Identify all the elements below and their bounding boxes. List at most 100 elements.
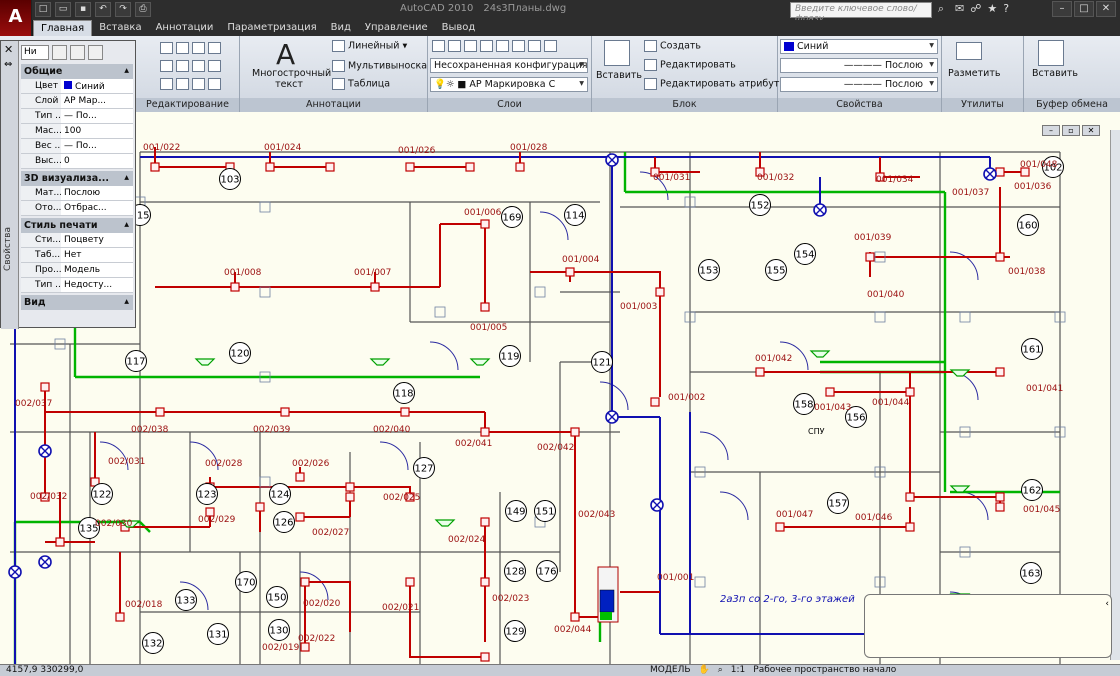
tab-insert[interactable]: Вставка (92, 20, 148, 36)
property-row[interactable]: Мас... 100 (21, 124, 133, 139)
drawing-minimize-icon[interactable]: – (1042, 125, 1060, 136)
clipboard-panel-title[interactable]: Буфер обмена (1024, 98, 1120, 112)
property-row[interactable]: Таб... Нет (21, 248, 133, 263)
text-icon[interactable]: A (276, 38, 295, 71)
palette-section-header[interactable]: Стиль печати (21, 218, 133, 233)
help-icon[interactable]: ? (1003, 2, 1009, 15)
drawing-restore-icon[interactable]: ▫ (1062, 125, 1080, 136)
pan-icon[interactable]: ✋ (699, 665, 710, 675)
communication-icon[interactable]: ☍ (970, 2, 981, 15)
property-row[interactable]: Цвет Синий (21, 79, 133, 94)
layer-select[interactable]: 💡☼ ■ АР Маркировка С (430, 77, 588, 92)
new-icon[interactable]: □ (35, 2, 51, 17)
copy-icon[interactable] (160, 60, 224, 72)
mtext-button[interactable]: Многострочный текст (252, 68, 331, 90)
paste-icon[interactable] (1038, 40, 1064, 66)
measure-button[interactable]: Разметить (948, 68, 1000, 79)
edit-panel-title[interactable]: Редактирование (136, 98, 239, 112)
socket-symbol (280, 407, 290, 417)
linetype-select[interactable]: ———— Послою (780, 58, 938, 73)
property-value[interactable]: Поцвету (61, 233, 133, 247)
tab-manage[interactable]: Управление (358, 20, 435, 36)
vertical-scrollbar[interactable] (1110, 130, 1120, 660)
edit-attributes-button[interactable]: Редактировать атрибуты ▾ (644, 78, 795, 90)
tab-parametric[interactable]: Параметризация (220, 20, 323, 36)
table-button[interactable]: Таблица (332, 78, 390, 90)
property-row[interactable]: Мат... Послою (21, 186, 133, 201)
utilities-panel-title[interactable]: Утилиты (942, 98, 1023, 112)
select-objects-icon[interactable] (70, 45, 85, 60)
stretch-icon[interactable] (160, 78, 224, 90)
property-value[interactable]: Послою (61, 186, 133, 200)
balloon-arrow-icon[interactable]: ‹ (1105, 599, 1109, 609)
redo-icon[interactable]: ↷ (115, 2, 131, 17)
maximize-icon[interactable]: □ (1074, 1, 1094, 17)
print-icon[interactable]: ⎙ (135, 2, 151, 17)
palette-section-header[interactable]: 3D визуализа... (21, 171, 133, 186)
property-row[interactable]: Слой АР Мар... (21, 94, 133, 109)
move-icon[interactable] (160, 42, 224, 54)
block-panel-title[interactable]: Блок (592, 98, 777, 112)
property-row[interactable]: Тип ... — По... (21, 109, 133, 124)
layer-state-select[interactable]: Несохраненная конфигурация сл (430, 58, 588, 73)
insert-block-button[interactable]: Вставить (596, 70, 642, 81)
property-row[interactable]: Ото... Отбрас... (21, 201, 133, 216)
subscription-icon[interactable]: ✉ (955, 2, 964, 15)
palette-section-header[interactable]: Общие (21, 64, 133, 79)
property-value[interactable]: Недосту... (61, 278, 133, 292)
tab-output[interactable]: Вывод (435, 20, 483, 36)
annotations-panel-title[interactable]: Аннотации (240, 98, 427, 112)
property-row[interactable]: Вес ... — По... (21, 139, 133, 154)
save-icon[interactable]: ▪ (75, 2, 91, 17)
annotation-scale[interactable]: 1:1 (731, 665, 745, 675)
palette-section-header[interactable]: Вид (21, 295, 133, 310)
close-icon[interactable]: ✕ (1096, 1, 1116, 17)
palette-close-icon[interactable]: ✕ (4, 43, 13, 56)
property-value[interactable]: 100 (61, 124, 133, 138)
property-value[interactable]: Модель (61, 263, 133, 277)
property-value[interactable]: Синий (61, 79, 133, 93)
property-value[interactable]: Отбрас... (61, 201, 133, 215)
color-select[interactable]: Синий (780, 39, 938, 54)
layer-tools-icon[interactable] (432, 40, 560, 52)
property-value[interactable]: 0 (61, 154, 133, 168)
property-value[interactable]: АР Мар... (61, 94, 133, 108)
property-row[interactable]: Сти... Поцвету (21, 233, 133, 248)
tab-annotate[interactable]: Аннотации (149, 20, 221, 36)
drawing-area[interactable]: 103 169 114 152 154 160 102 153 155 120 119 121 117 1… (0, 112, 1120, 664)
linear-dim-button[interactable]: Линейный ▾ (332, 40, 407, 52)
application-menu-button[interactable]: A (0, 0, 32, 36)
open-icon[interactable]: ▭ (55, 2, 71, 17)
drawing-close-icon[interactable]: ✕ (1082, 125, 1100, 136)
create-block-button[interactable]: Создать (644, 40, 701, 52)
edit-block-button[interactable]: Редактировать (644, 59, 736, 71)
property-value[interactable]: — По... (61, 109, 133, 123)
property-value[interactable]: — По... (61, 139, 133, 153)
property-value[interactable]: Нет (61, 248, 133, 262)
insert-block-icon[interactable] (604, 40, 630, 66)
minimize-icon[interactable]: – (1052, 1, 1072, 17)
floor-plan[interactable]: 103169 114152154160102153 155120 1191211171… (0, 112, 1120, 664)
property-row[interactable]: Про... Модель (21, 263, 133, 278)
zoom-icon[interactable]: ⌕ (718, 665, 723, 675)
property-row[interactable]: Выс... 0 (21, 154, 133, 169)
undo-icon[interactable]: ↶ (95, 2, 111, 17)
favorites-icon[interactable]: ★ (987, 2, 997, 15)
quick-select-icon[interactable] (88, 45, 103, 60)
properties-panel-title[interactable]: Свойства (778, 98, 941, 112)
model-button[interactable]: МОДЕЛЬ (650, 665, 691, 675)
property-row[interactable]: Тип ... Недосту... (21, 278, 133, 293)
toggle-pickadd-icon[interactable] (52, 45, 67, 60)
search-input[interactable]: Введите ключевое слово/фразу (790, 2, 932, 24)
search-icon[interactable]: ⌕ (934, 2, 948, 17)
layers-panel-title[interactable]: Слои (428, 98, 591, 112)
tab-view[interactable]: Вид (324, 20, 358, 36)
tab-home[interactable]: Главная (33, 20, 93, 36)
object-type-select[interactable]: Ни (21, 45, 49, 60)
palette-autohide-icon[interactable]: ⇔ (4, 59, 12, 70)
workspace-switch[interactable]: Рабочее пространство начало (753, 665, 896, 675)
lineweight-select[interactable]: ———— Послою (780, 77, 938, 92)
measure-icon[interactable] (956, 42, 982, 60)
multileader-button[interactable]: Мультивыноска ▾ (332, 60, 435, 72)
paste-button[interactable]: Вставить (1032, 68, 1078, 79)
